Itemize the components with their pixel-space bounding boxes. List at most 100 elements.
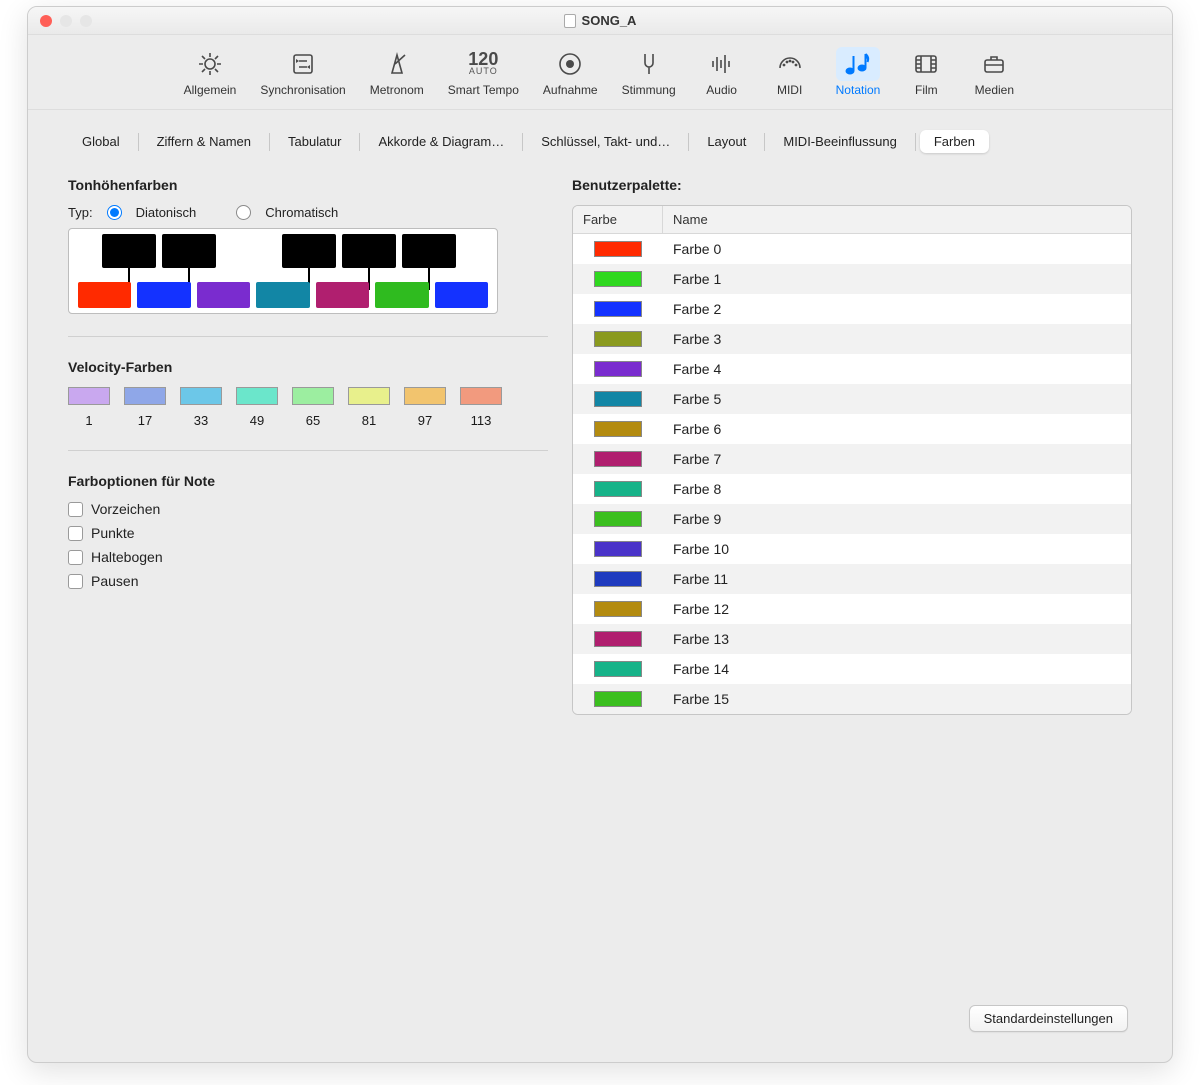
keyboard-diagram[interactable] <box>68 228 498 314</box>
palette-name-cell[interactable]: Farbe 6 <box>663 421 1131 437</box>
velocity-swatch-97[interactable]: 97 <box>404 387 446 428</box>
velocity-swatch-81[interactable]: 81 <box>348 387 390 428</box>
palette-name-cell[interactable]: Farbe 13 <box>663 631 1131 647</box>
palette-row-2[interactable]: Farbe 2 <box>573 294 1131 324</box>
velocity-swatch-1[interactable]: 1 <box>68 387 110 428</box>
white-key-5[interactable] <box>375 282 428 308</box>
subtab-ziffern-namen[interactable]: Ziffern & Namen <box>143 130 265 153</box>
black-key-0[interactable] <box>102 234 156 268</box>
palette-row-5[interactable]: Farbe 5 <box>573 384 1131 414</box>
palette-row-3[interactable]: Farbe 3 <box>573 324 1131 354</box>
color-chip[interactable] <box>594 391 642 407</box>
velocity-swatch-33[interactable]: 33 <box>180 387 222 428</box>
velocity-swatch-65[interactable]: 65 <box>292 387 334 428</box>
toolbar-item-film[interactable]: Film <box>892 43 960 99</box>
radio-chromatisch[interactable] <box>236 205 251 220</box>
velocity-swatch-113[interactable]: 113 <box>460 387 502 428</box>
toolbar-item-aufnahme[interactable]: Aufnahme <box>531 43 610 99</box>
palette-name-cell[interactable]: Farbe 14 <box>663 661 1131 677</box>
checkbox-pausen[interactable] <box>68 574 83 589</box>
checkbox-punkte[interactable] <box>68 526 83 541</box>
color-chip[interactable] <box>594 601 642 617</box>
white-key-2[interactable] <box>197 282 250 308</box>
color-chip[interactable] <box>594 691 642 707</box>
subtab-global[interactable]: Global <box>68 130 134 153</box>
white-key-1[interactable] <box>137 282 190 308</box>
palette-name-cell[interactable]: Farbe 11 <box>663 571 1131 587</box>
palette-row-0[interactable]: Farbe 0 <box>573 234 1131 264</box>
palette-name-cell[interactable]: Farbe 9 <box>663 511 1131 527</box>
subtab-schl-ssel-takt-und-[interactable]: Schlüssel, Takt- und… <box>527 130 684 153</box>
palette-row-8[interactable]: Farbe 8 <box>573 474 1131 504</box>
palette-name-cell[interactable]: Farbe 3 <box>663 331 1131 347</box>
checkbox-haltebogen[interactable] <box>68 550 83 565</box>
black-key-4[interactable] <box>402 234 456 268</box>
color-chip[interactable] <box>594 301 642 317</box>
defaults-button[interactable]: Standardeinstellungen <box>969 1005 1128 1032</box>
palette-row-1[interactable]: Farbe 1 <box>573 264 1131 294</box>
color-chip[interactable] <box>594 541 642 557</box>
white-key-0[interactable] <box>78 282 131 308</box>
palette-name-cell[interactable]: Farbe 15 <box>663 691 1131 707</box>
black-key-2[interactable] <box>282 234 336 268</box>
toolbar-item-smart-tempo[interactable]: 120 AUTO Smart Tempo <box>436 43 531 99</box>
color-chip[interactable] <box>594 241 642 257</box>
palette-name-cell[interactable]: Farbe 4 <box>663 361 1131 377</box>
toolbar-item-midi[interactable]: MIDI <box>756 43 824 99</box>
palette-name-cell[interactable]: Farbe 8 <box>663 481 1131 497</box>
palette-name-cell[interactable]: Farbe 10 <box>663 541 1131 557</box>
velocity-swatch-49[interactable]: 49 <box>236 387 278 428</box>
toolbar-item-metronom[interactable]: Metronom <box>358 43 436 99</box>
palette-name-cell[interactable]: Farbe 5 <box>663 391 1131 407</box>
color-chip[interactable] <box>594 571 642 587</box>
palette-row-7[interactable]: Farbe 7 <box>573 444 1131 474</box>
toolbar-item-notation[interactable]: Notation <box>824 43 893 99</box>
subtab-layout[interactable]: Layout <box>693 130 760 153</box>
color-chip[interactable] <box>594 511 642 527</box>
toolbar-item-allgemein[interactable]: Allgemein <box>172 43 249 99</box>
palette-row-9[interactable]: Farbe 9 <box>573 504 1131 534</box>
subtab-tabulatur[interactable]: Tabulatur <box>274 130 355 153</box>
palette-row-10[interactable]: Farbe 10 <box>573 534 1131 564</box>
radio-diatonisch[interactable] <box>107 205 122 220</box>
color-chip[interactable] <box>594 271 642 287</box>
palette-row-14[interactable]: Farbe 14 <box>573 654 1131 684</box>
left-pane: Tonhöhenfarben Typ: Diatonisch Chromatis… <box>68 177 548 973</box>
palette-name-cell[interactable]: Farbe 1 <box>663 271 1131 287</box>
waveform-icon <box>700 47 744 81</box>
checkbox-vorzeichen[interactable] <box>68 502 83 517</box>
palette-row-4[interactable]: Farbe 4 <box>573 354 1131 384</box>
palette-row-15[interactable]: Farbe 15 <box>573 684 1131 714</box>
palette-name-cell[interactable]: Farbe 12 <box>663 601 1131 617</box>
color-chip[interactable] <box>594 421 642 437</box>
palette-name-cell[interactable]: Farbe 0 <box>663 241 1131 257</box>
subtab-farben[interactable]: Farben <box>920 130 989 153</box>
color-chip[interactable] <box>594 481 642 497</box>
toolbar-item-medien[interactable]: Medien <box>960 43 1028 99</box>
palette-row-12[interactable]: Farbe 12 <box>573 594 1131 624</box>
color-chip[interactable] <box>594 361 642 377</box>
palette-row-11[interactable]: Farbe 11 <box>573 564 1131 594</box>
black-key-3[interactable] <box>342 234 396 268</box>
black-key-1[interactable] <box>162 234 216 268</box>
toolbar-item-synchronisation[interactable]: Synchronisation <box>248 43 357 99</box>
palette-name-cell[interactable]: Farbe 2 <box>663 301 1131 317</box>
toolbar-item-stimmung[interactable]: Stimmung <box>610 43 688 99</box>
color-chip[interactable] <box>594 661 642 677</box>
subtab-midi-beeinflussung[interactable]: MIDI-Beeinflussung <box>769 130 910 153</box>
white-key-4[interactable] <box>316 282 369 308</box>
col-name[interactable]: Name <box>663 206 1131 233</box>
palette-name-cell[interactable]: Farbe 7 <box>663 451 1131 467</box>
palette-row-6[interactable]: Farbe 6 <box>573 414 1131 444</box>
toolbar-item-audio[interactable]: Audio <box>688 43 756 99</box>
white-key-3[interactable] <box>256 282 309 308</box>
palette-row-13[interactable]: Farbe 13 <box>573 624 1131 654</box>
velocity-swatch-17[interactable]: 17 <box>124 387 166 428</box>
white-key-6[interactable] <box>435 282 488 308</box>
color-chip[interactable] <box>594 331 642 347</box>
color-chip[interactable] <box>594 451 642 467</box>
subtab-akkorde-diagram-[interactable]: Akkorde & Diagram… <box>364 130 518 153</box>
color-chip[interactable] <box>594 631 642 647</box>
toolbar-label: Metronom <box>370 83 424 97</box>
col-color[interactable]: Farbe <box>573 206 663 233</box>
